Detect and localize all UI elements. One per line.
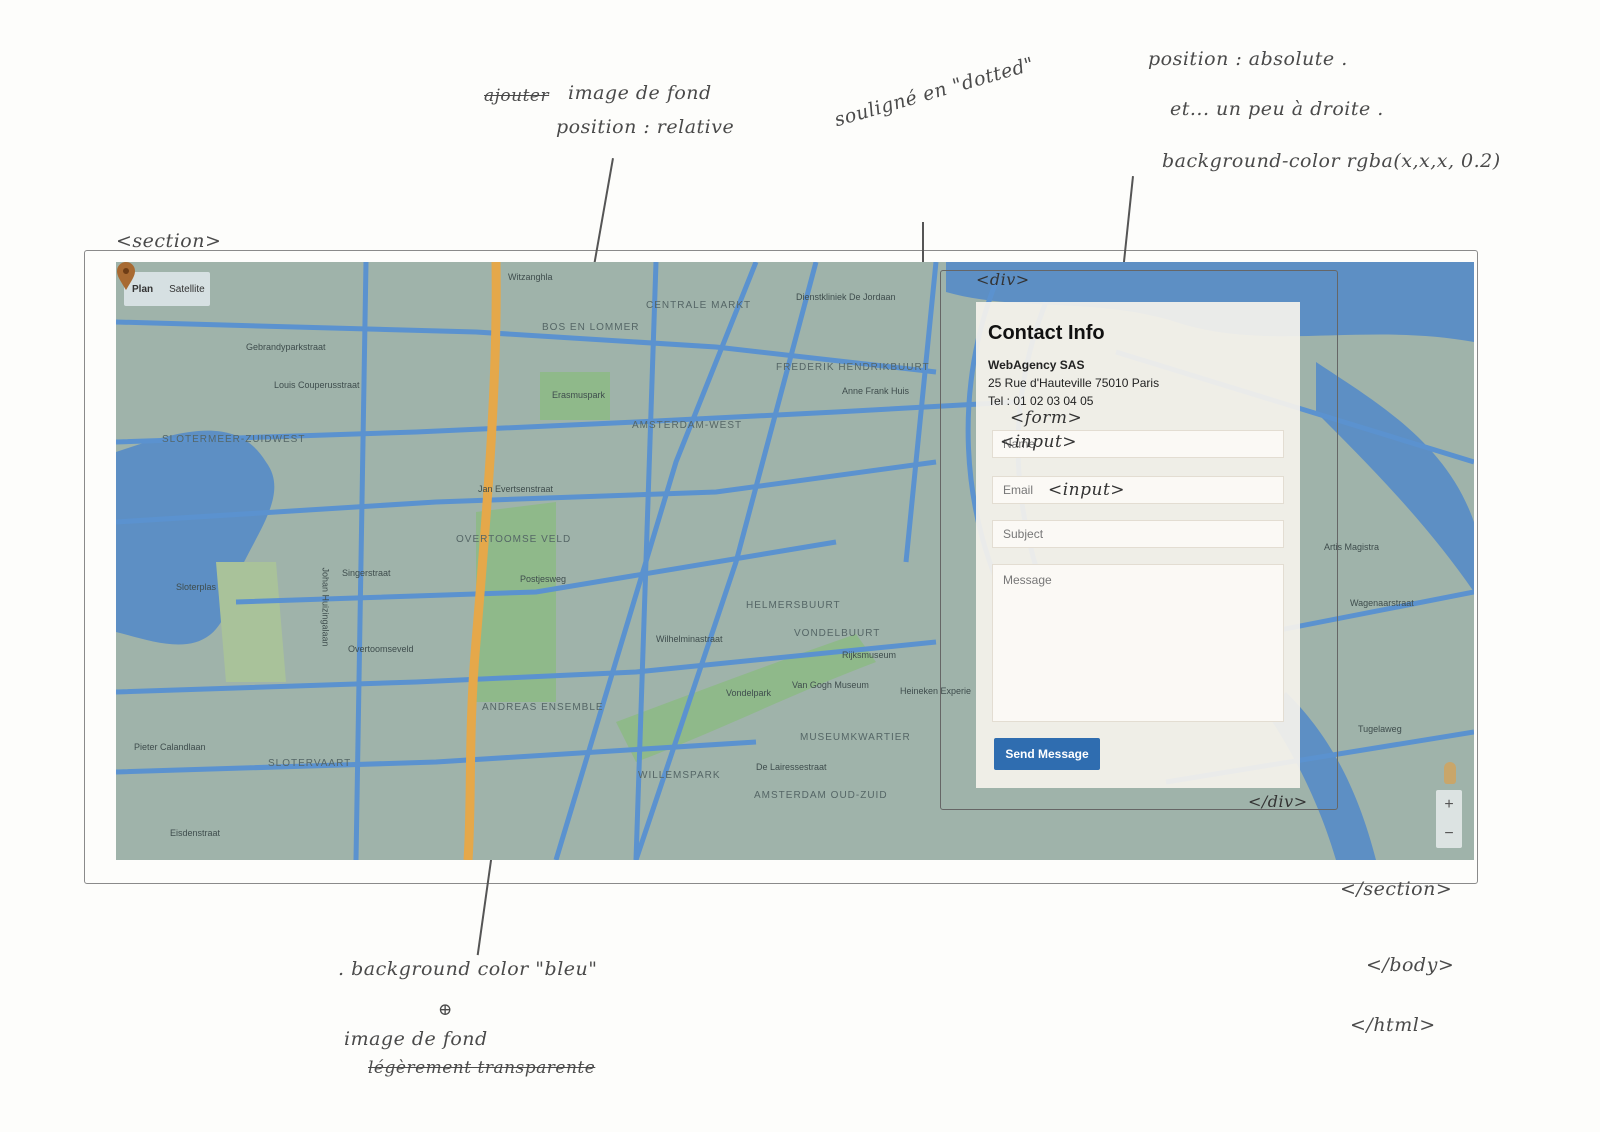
map-label: ANDREAS ENSEMBLE [482,702,604,713]
map-label: VONDELBUURT [794,628,881,639]
map-type-toggle: Plan Satellite [124,272,210,306]
annotation-bg-color-blue: . background color "bleu" [338,958,598,980]
send-message-button[interactable]: Send Message [994,738,1100,770]
map-label: Anne Frank Huis [842,386,910,396]
contact-title: Contact Info [988,322,1105,344]
pegman-icon[interactable] [1444,762,1456,784]
zoom-out-button[interactable]: − [1444,825,1453,843]
annotation-shift-right: et... un peu à droite . [1170,98,1384,120]
map-label: HELMERSBUURT [746,600,841,611]
map-label: Overtoomseveld [348,644,414,654]
annotation-div-close: </div> [1248,792,1308,811]
annotation-form: <form> [1010,408,1083,428]
map-label: Wilhelminastraat [656,634,723,644]
annotation-struck-bottom: légèrement transparente [368,1058,596,1078]
annotation-plus: ⊕ [438,1000,453,1020]
location-pin-icon[interactable] [116,262,136,290]
zoom-control: + − [1436,790,1462,848]
map-label: AMSTERDAM-WEST [632,420,743,431]
map-label: Singerstraat [342,568,391,578]
map-label: Wagenaarstraat [1350,598,1414,608]
map-label: Louis Couperusstraat [274,380,360,390]
map-label: De Lairessestraat [756,762,827,772]
annotation-html-close: </html> [1350,1014,1436,1036]
annotation-input-1: <input> [1000,432,1078,452]
map-label: Erasmuspark [552,390,606,400]
map-label: WILLEMSPARK [638,770,721,781]
map-label: Pieter Calandlaan [134,742,206,752]
map-label: SLOTERVAART [268,758,352,769]
map-label: AMSTERDAM OUD-ZUID [754,790,888,801]
map-label: FREDERIK HENDRIKBUURT [776,362,930,373]
map-label: Jan Evertsenstraat [478,484,554,494]
contact-panel: Contact Info WebAgency SAS 25 Rue d'Haut… [976,302,1300,788]
map-type-satellite[interactable]: Satellite [161,284,213,295]
annotation-section-close: </section> [1340,878,1453,900]
annotation-position-relative: position : relative [556,116,735,138]
map-label: Johan Huizingalaan [320,567,331,647]
annotation-struck-word: ajouter [484,86,550,106]
map-label: BOS EN LOMMER [542,322,640,333]
map-label: Eisdenstraat [170,828,221,838]
email-input[interactable] [992,476,1284,504]
annotation-position-absolute: position : absolute . [1148,48,1348,70]
subject-input[interactable] [992,520,1284,548]
company-name: WebAgency SAS [988,358,1085,372]
map-label: Postjesweg [520,574,567,584]
annotation-bg-image-bottom: image de fond [344,1028,488,1050]
company-phone: Tel : 01 02 03 04 05 [988,394,1094,408]
annotation-bg-rgba: background-color rgba(x,x,x, 0.2) [1162,150,1501,172]
company-address: 25 Rue d'Hauteville 75010 Paris [988,376,1160,390]
annotation-dotted: souligné en "dotted" [832,53,1037,132]
annotation-section-open: <section> [116,230,222,252]
map-label: Sloterplas [176,582,217,592]
map-label: Van Gogh Museum [792,680,869,690]
annotation-bg-image-top: image de fond [568,82,712,104]
message-textarea[interactable] [992,564,1284,722]
map-label: MUSEUMKWARTIER [800,732,911,743]
map-label: Gebrandyparkstraat [246,342,326,352]
zoom-in-button[interactable]: + [1444,796,1453,814]
map-label: SLOTERMEER-ZUIDWEST [162,434,306,445]
map-label: OVERTOOMSE VELD [456,534,572,545]
park-west [216,562,286,682]
map-label: Vondelpark [726,688,772,698]
map-label: Tugelaweg [1358,724,1402,734]
annotation-input-2: <input> [1048,480,1126,500]
annotation-body-close: </body> [1366,954,1455,976]
map-label: Witzanghla [508,272,553,282]
map-label: Dienstkliniek De Jordaan [796,292,896,302]
annotation-div-open: <div> [976,270,1030,289]
map-label: Rijksmuseum [842,650,897,660]
map-label: CENTRALE MARKT [646,300,752,311]
